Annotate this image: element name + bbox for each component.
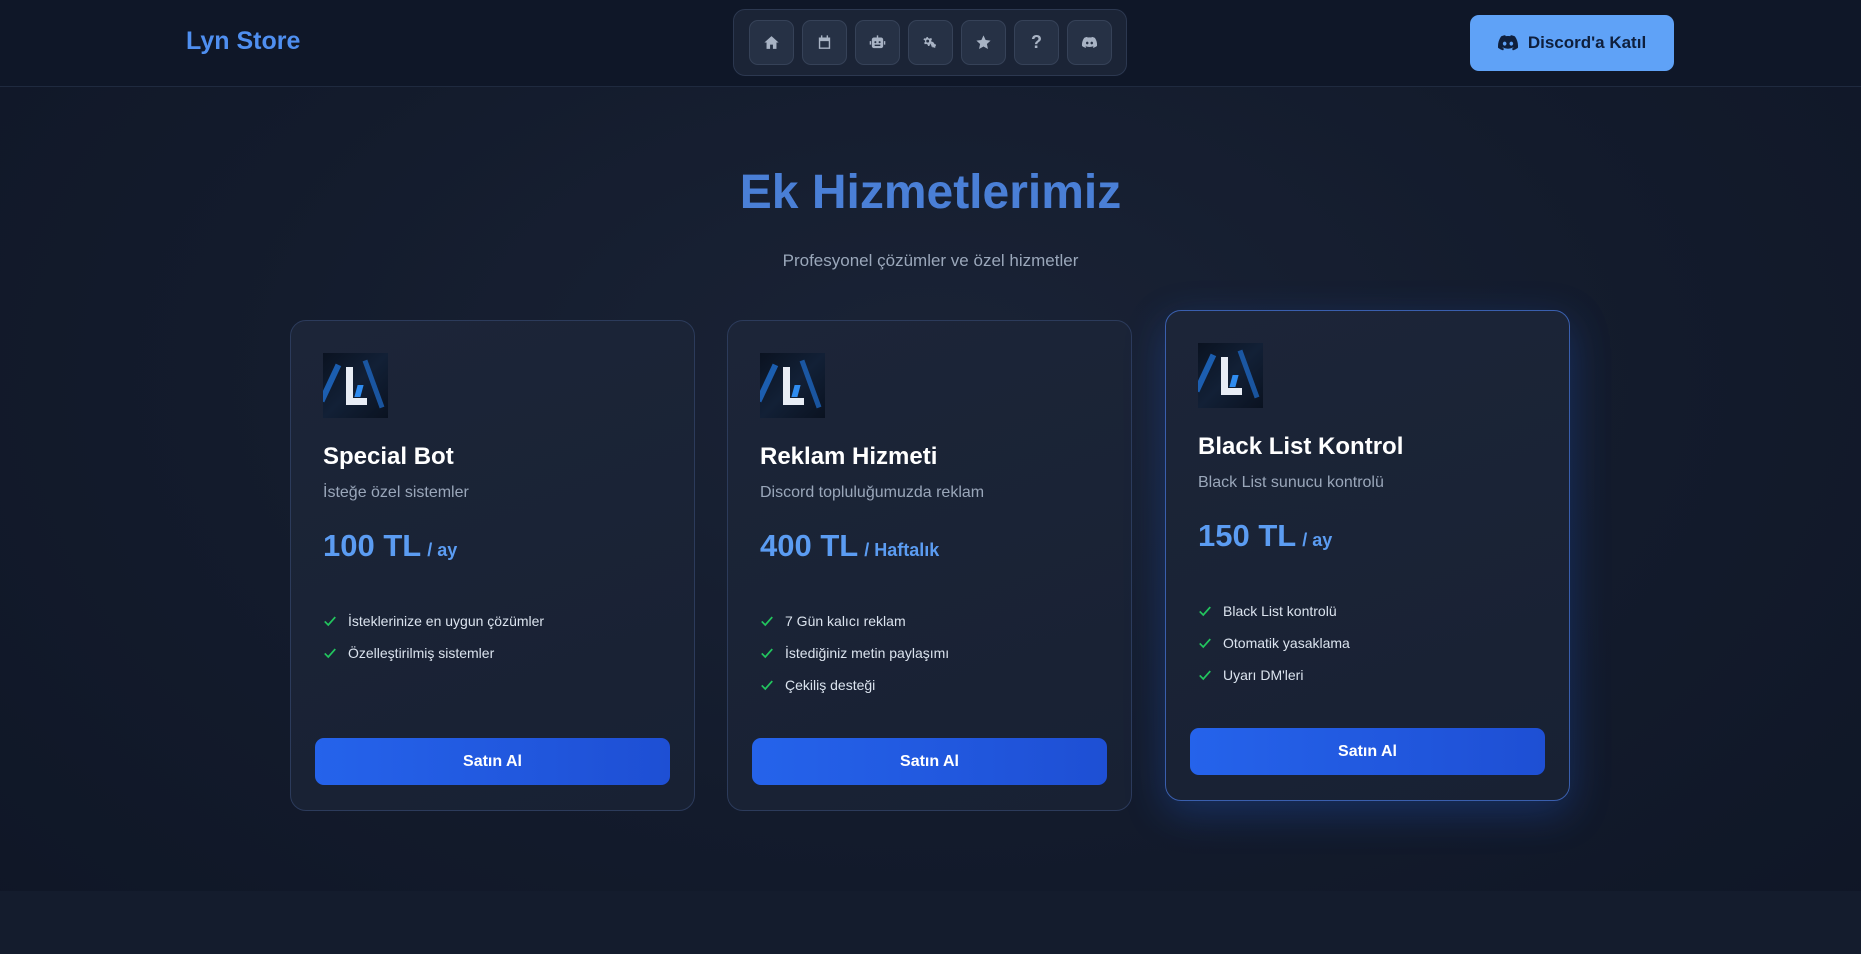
star-icon [976,35,991,49]
card-title: Black List Kontrol [1198,433,1404,460]
join-discord-button[interactable]: Discord'a Katıl [1470,15,1674,71]
card-price: 100 TL / ay [323,528,457,564]
card-price: 150 TL / ay [1198,518,1332,554]
feature-list: İsteklerinize en uygun çözümler Özelleşt… [323,605,544,669]
brand-logo-text[interactable]: Lyn Store [186,27,300,56]
service-card-advertising: Reklam Hizmeti Discord topluluğumuzda re… [727,320,1132,811]
service-card-blacklist: Black List Kontrol Black List sunucu kon… [1165,310,1570,801]
service-logo [1198,343,1263,408]
nav-favorites-button[interactable] [961,20,1006,65]
join-discord-label: Discord'a Katıl [1527,33,1647,52]
discord-icon [1081,36,1098,48]
card-description: Black List sunucu kontrolü [1198,474,1384,491]
icon-nav-bar: ? [733,9,1127,76]
price-amount: 400 TL [760,528,859,563]
card-price: 400 TL / Haftalık [760,528,939,564]
home-icon [764,36,779,49]
feature-item: İstediğiniz metin paylaşımı [760,637,949,669]
service-logo [760,353,825,418]
feature-item: Uyarı DM'leri [1198,659,1350,691]
check-icon [324,648,336,659]
nav-help-button[interactable]: ? [1014,20,1059,65]
price-amount: 150 TL [1198,518,1297,553]
card-description: İsteğe özel sistemler [323,484,469,501]
card-title: Special Bot [323,443,454,470]
robot-icon [869,35,886,49]
check-icon [1199,606,1211,617]
discord-icon [1497,35,1518,51]
check-icon [761,680,773,691]
section-subtitle: Profesyonel çözümler ve özel hizmetler [782,251,1079,270]
feature-list: Black List kontrolü Otomatik yasaklama U… [1198,595,1350,691]
nav-home-button[interactable] [749,20,794,65]
question-icon: ? [1031,32,1042,52]
top-header: Lyn Store ? Discord'a Katıl [0,0,1861,87]
calendar-icon [818,35,831,49]
price-period: / ay [427,540,458,560]
feature-item: Çekiliş desteği [760,669,949,701]
buy-button[interactable]: Satın Al [752,738,1107,785]
nav-calendar-button[interactable] [802,20,847,65]
buy-button[interactable]: Satın Al [1190,728,1545,775]
buy-button[interactable]: Satın Al [315,738,670,785]
price-period: / Haftalık [864,540,940,560]
nav-services-button[interactable] [908,20,953,65]
section-title: Ek Hizmetlerimiz [739,166,1122,219]
card-title: Reklam Hizmeti [760,443,938,470]
feature-item: Otomatik yasaklama [1198,627,1350,659]
feature-item: Özelleştirilmiş sistemler [323,637,544,669]
service-logo [323,353,388,418]
card-description: Discord topluluğumuzda reklam [760,484,985,501]
price-amount: 100 TL [323,528,422,563]
check-icon [761,616,773,627]
check-icon [761,648,773,659]
feature-list: 7 Gün kalıcı reklam İstediğiniz metin pa… [760,605,949,701]
feature-item: 7 Gün kalıcı reklam [760,605,949,637]
footer-band [0,891,1861,954]
feature-item: İsteklerinize en uygun çözümler [323,605,544,637]
check-icon [1199,670,1211,681]
check-icon [1199,638,1211,649]
feature-item: Black List kontrolü [1198,595,1350,627]
service-card-special-bot: Special Bot İsteğe özel sistemler 100 TL… [290,320,695,811]
price-period: / ay [1302,530,1333,550]
nav-bot-button[interactable] [855,20,900,65]
check-icon [324,616,336,627]
nav-discord-button[interactable] [1067,20,1112,65]
gears-icon [923,36,937,48]
